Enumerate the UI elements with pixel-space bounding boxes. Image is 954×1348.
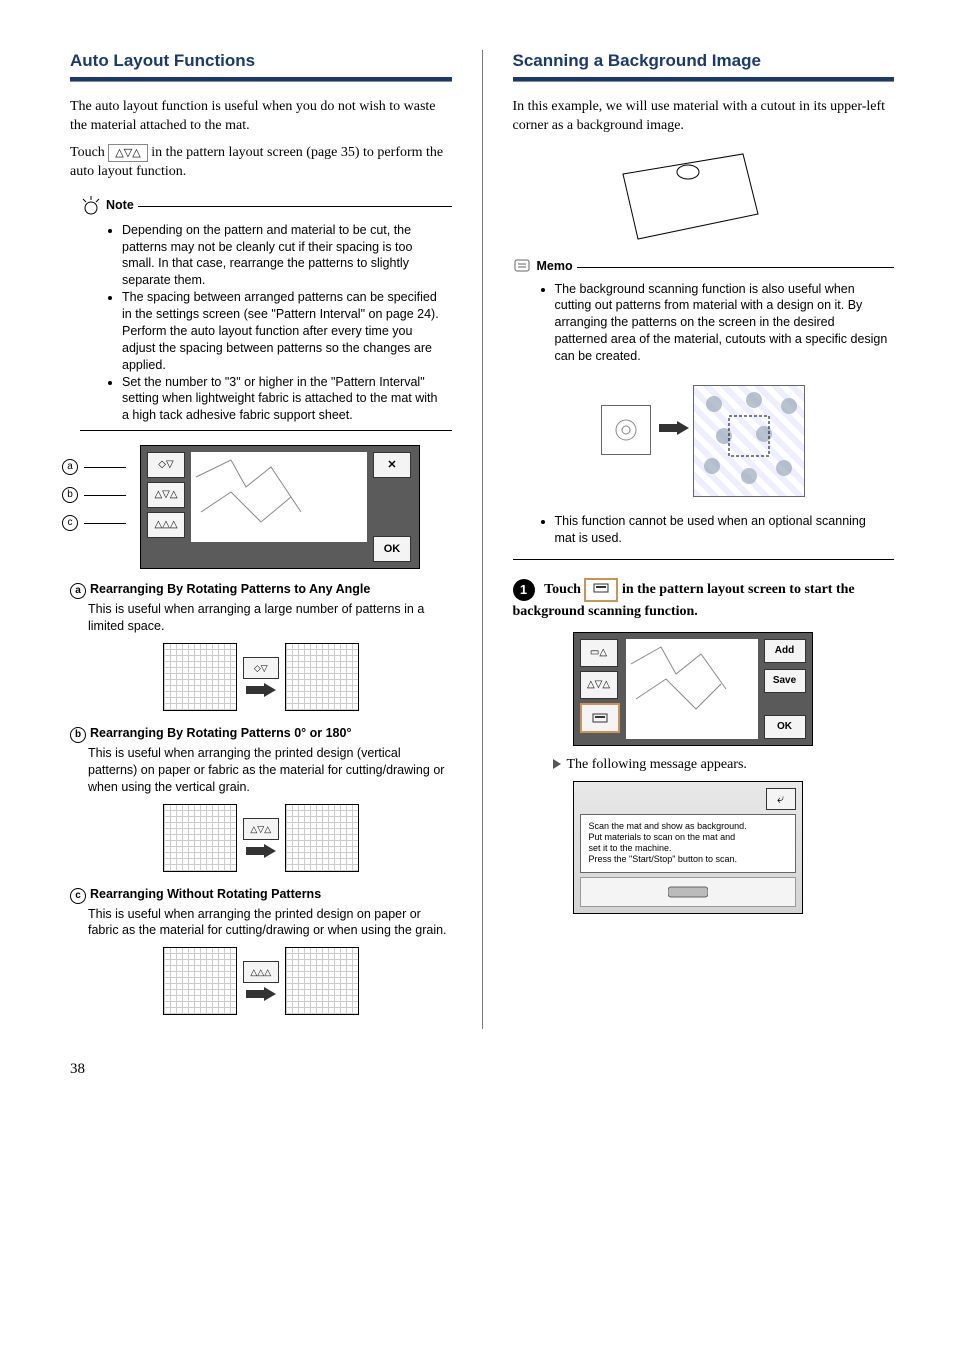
arrow-icon xyxy=(246,844,276,858)
cutout-material-illustration xyxy=(603,144,763,244)
note-item: The spacing between arranged patterns ca… xyxy=(122,289,448,373)
note-label: Note xyxy=(106,197,134,214)
item-2-body: This is useful when arranging the printe… xyxy=(88,745,452,796)
item-2-illustration: △▽△ xyxy=(70,804,452,872)
note-item: Set the number to "3" or higher in the "… xyxy=(122,374,448,425)
item-3-heading: c Rearranging Without Rotating Patterns xyxy=(70,886,452,904)
ok-button[interactable]: OK xyxy=(373,536,411,562)
rotate-0-180-button[interactable]: △▽△ xyxy=(147,482,185,508)
scan-message-text: Scan the mat and show as background. Put… xyxy=(580,814,796,873)
item-2-title: Rearranging By Rotating Patterns 0° or 1… xyxy=(90,726,351,740)
close-button[interactable]: ✕ xyxy=(373,452,411,478)
layout-button-1[interactable]: ▭△ xyxy=(580,639,618,667)
scan-message-screenshot: ⤶ Scan the mat and show as background. P… xyxy=(573,781,803,914)
section-title-auto-layout: Auto Layout Functions xyxy=(70,50,452,73)
callout-1: a xyxy=(62,459,78,475)
callout-3: c xyxy=(62,515,78,531)
following-message-note: The following message appears. xyxy=(553,756,895,775)
step-1-badge: 1 xyxy=(513,579,535,601)
item-1-title: Rearranging By Rotating Patterns to Any … xyxy=(90,582,370,596)
item-1-body: This is useful when arranging a large nu… xyxy=(88,601,452,635)
rotate-any-icon: ◇▽ xyxy=(243,657,279,679)
memo-illustration xyxy=(513,385,895,497)
item-2-heading: b Rearranging By Rotating Patterns 0° or … xyxy=(70,725,452,743)
item-1-heading: a Rearranging By Rotating Patterns to Any… xyxy=(70,581,452,599)
column-divider xyxy=(482,50,483,1029)
no-rotate-button[interactable]: △△△ xyxy=(147,512,185,538)
note-item: Depending on the pattern and material to… xyxy=(122,222,448,290)
item-3-body: This is useful when arranging the printe… xyxy=(88,906,452,940)
rotate-0-180-icon: △▽△ xyxy=(243,818,279,840)
background-scan-button[interactable] xyxy=(580,703,620,733)
memo-pencil-icon xyxy=(513,258,533,274)
intro-text: The auto layout function is useful when … xyxy=(70,98,452,136)
mat-preview xyxy=(191,452,367,542)
mat-preview xyxy=(626,639,758,739)
rule xyxy=(513,77,895,82)
note-rule-bottom xyxy=(80,430,452,431)
background-scan-icon xyxy=(584,578,618,602)
item-1-illustration: ◇▽ xyxy=(70,643,452,711)
no-rotate-icon: △△△ xyxy=(243,961,279,983)
note-rule xyxy=(138,206,452,207)
note-bulb-icon xyxy=(80,196,102,216)
memo-rule-bottom xyxy=(513,559,895,560)
scanning-intro: In this example, we will use material wi… xyxy=(513,98,895,136)
back-button[interactable]: ⤶ xyxy=(766,788,796,810)
save-button[interactable]: Save xyxy=(764,669,806,693)
item-1-num: a xyxy=(70,583,86,599)
section-title-scanning: Scanning a Background Image xyxy=(513,50,895,73)
auto-layout-screenshot: ◇▽ △▽△ △△△ ✕ OK xyxy=(140,445,420,569)
touch-pre: Touch xyxy=(70,145,108,160)
arrow-icon xyxy=(246,987,276,1001)
memo-box: Memo The background scanning function is… xyxy=(513,258,895,371)
following-text: The following message appears. xyxy=(567,757,747,772)
memo-item: The background scanning function is also… xyxy=(555,281,891,365)
layout-button-2[interactable]: △▽△ xyxy=(580,671,618,699)
memo-rule xyxy=(577,267,894,268)
item-3-illustration: △△△ xyxy=(70,947,452,1015)
rule xyxy=(70,77,452,82)
arrow-icon xyxy=(659,421,689,435)
memo-label: Memo xyxy=(537,258,573,275)
item-3-title: Rearranging Without Rotating Patterns xyxy=(90,887,321,901)
pattern-layout-screenshot: ▭△ △▽△ Add Save OK xyxy=(573,632,813,746)
add-button[interactable]: Add xyxy=(764,639,806,663)
item-2-num: b xyxy=(70,727,86,743)
touch-instruction: Touch △▽△ in the pattern layout screen (… xyxy=(70,144,452,182)
auto-layout-icon: △▽△ xyxy=(108,144,147,162)
note-box: Note Depending on the pattern and materi… xyxy=(80,196,452,432)
callout-2: b xyxy=(62,487,78,503)
rotate-any-button[interactable]: ◇▽ xyxy=(147,452,185,478)
machine-illustration xyxy=(668,885,708,899)
item-3-num: c xyxy=(70,888,86,904)
step-1-pre: Touch xyxy=(544,582,584,597)
page-number: 38 xyxy=(70,1059,894,1079)
arrow-icon xyxy=(246,683,276,697)
ok-button[interactable]: OK xyxy=(764,715,806,739)
memo-item-2: This function cannot be used when an opt… xyxy=(555,513,891,547)
bullet-arrow-icon xyxy=(553,759,561,769)
step-1: 1 Touch in the pattern layout screen to … xyxy=(513,578,895,622)
